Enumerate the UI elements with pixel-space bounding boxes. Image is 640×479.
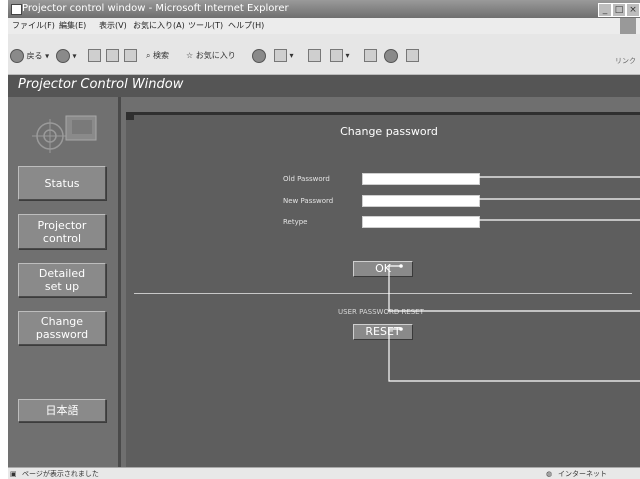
zone-text: インターネット	[558, 470, 607, 478]
status-text: ページが表示されました	[22, 470, 99, 478]
internet-zone-icon: ◍	[546, 470, 553, 478]
callout-lines	[388, 175, 640, 382]
page-icon: ▣	[10, 470, 17, 478]
status-bar: ▣ ページが表示されました ◍ インターネット	[8, 467, 640, 479]
browser-window: Projector control window - Microsoft Int…	[8, 0, 640, 479]
